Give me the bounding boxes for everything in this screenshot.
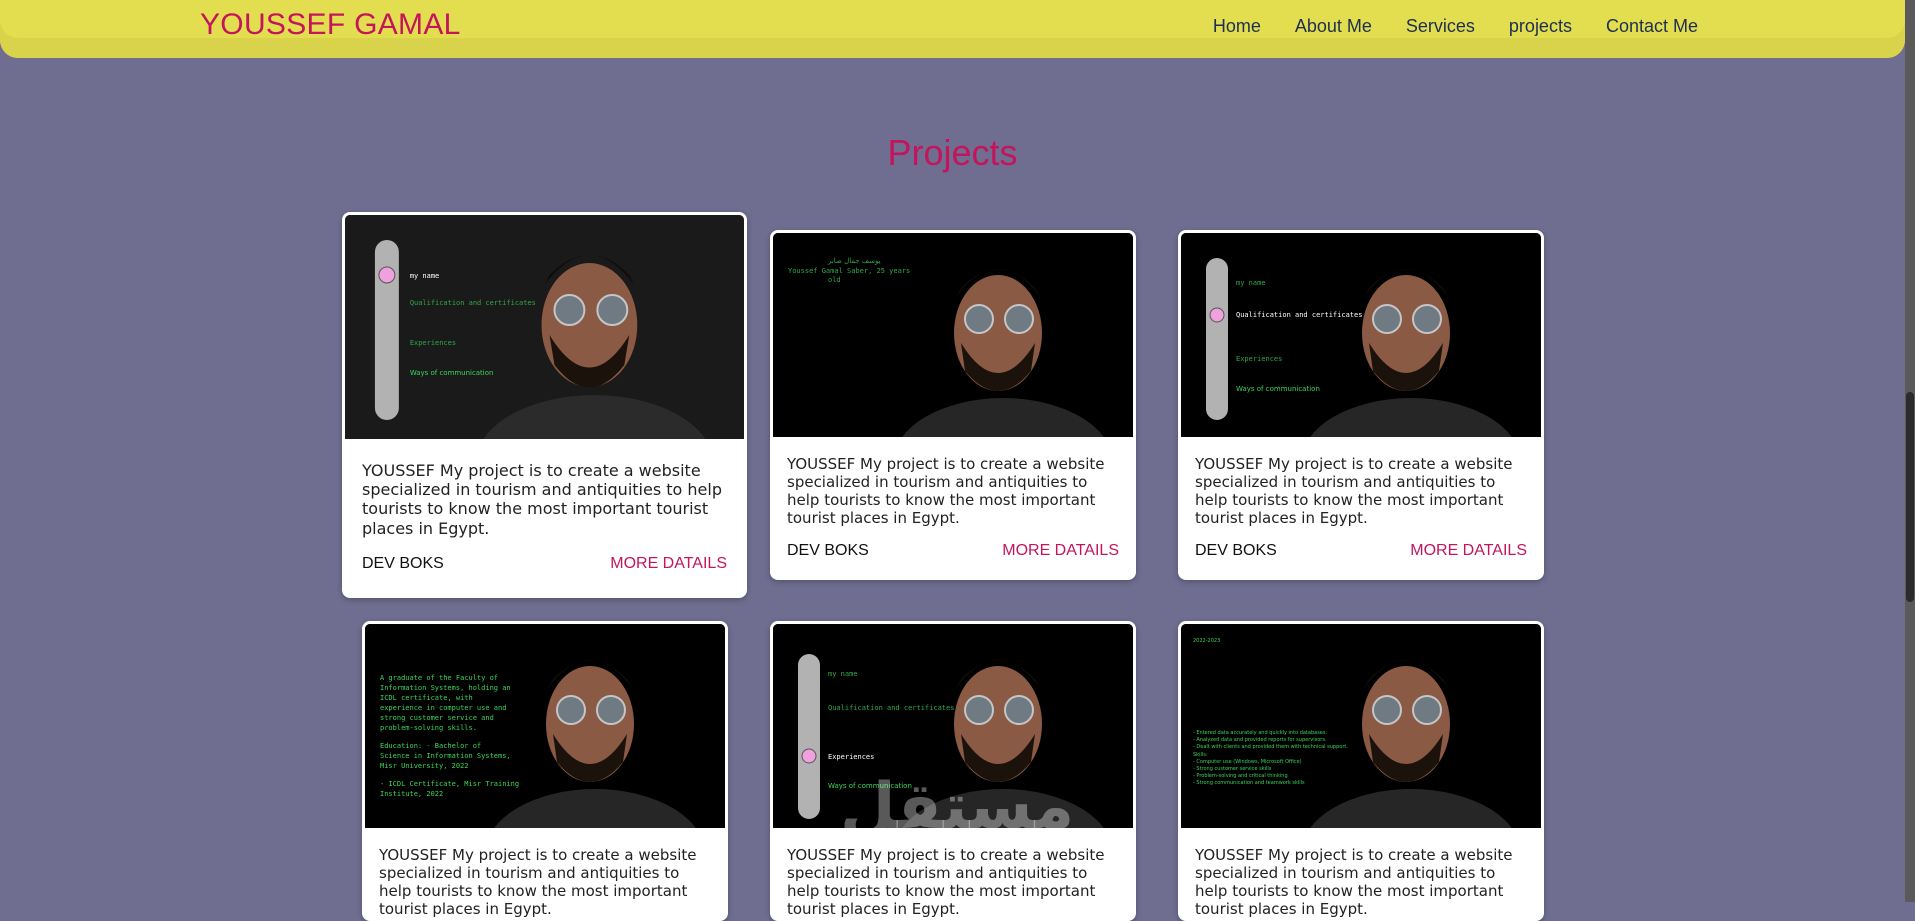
page-title: Projects [887, 132, 1018, 173]
overlay-text: - ICDL Certificate, Misr Training [380, 780, 519, 788]
nav-contact[interactable]: Contact Me [1606, 16, 1698, 37]
author-label: DEV BOKS [787, 542, 869, 559]
nav-services[interactable]: Services [1406, 16, 1475, 37]
project-description: YOUSSEF My project is to create a websit… [1195, 455, 1513, 527]
overlay-text: Skills: [1193, 752, 1208, 758]
overlay-text: my name [1236, 279, 1266, 287]
more-details-link[interactable]: MORE DATAILS [1002, 542, 1119, 560]
watermark-logo: مستقل [840, 770, 1075, 844]
author-label: DEV BOKS [1195, 542, 1277, 559]
nav-home[interactable]: Home [1213, 16, 1261, 37]
overlay-text: 2022-2023 [1193, 638, 1220, 644]
scrollbar-thumb[interactable] [1906, 392, 1914, 602]
overlay-text: Information Systems, holding an [380, 684, 511, 692]
card-footer: DEV BOKS MORE DATAILS [362, 555, 727, 573]
card-footer: DEV BOKS MORE DATAILS [1195, 542, 1527, 560]
overlay-text: Ways of communication [410, 369, 494, 377]
overlay-text: my name [828, 670, 858, 678]
project-description: YOUSSEF My project is to create a websit… [787, 455, 1105, 527]
more-details-link[interactable]: MORE DATAILS [610, 555, 727, 573]
project-image: my name Qualification and certificates E… [345, 215, 744, 439]
overlay-text: Qualification and certificates [828, 704, 954, 712]
overlay-text: - Computer use (Windows, Microsoft Offic… [1193, 759, 1302, 765]
overlay-text: Experiences [1236, 355, 1282, 363]
overlay-text: Experiences [410, 339, 456, 347]
site-logo[interactable]: YOUSSEF GAMAL [200, 8, 461, 42]
overlay-text: Ways of communication [1236, 385, 1320, 393]
project-card[interactable]: my name Qualification and certificates E… [1178, 230, 1544, 580]
overlay-text: experience in computer use and [380, 704, 506, 712]
project-image: my name Qualification and certificates E… [1181, 233, 1541, 437]
nav-projects[interactable]: projects [1509, 16, 1572, 37]
overlay-text: Science in Information Systems, [380, 752, 511, 760]
nav-about[interactable]: About Me [1295, 16, 1372, 37]
overlay-text: Qualification and certificates [410, 299, 536, 307]
project-description: YOUSSEF My project is to create a websit… [1195, 846, 1513, 918]
overlay-text: Experiences [828, 753, 874, 761]
overlay-text: - Strong communication and teamwork skil… [1193, 780, 1305, 786]
project-card[interactable]: يوسف جمال صابر Youssef Gamal Saber, 25 y… [770, 230, 1136, 580]
project-image: A graduate of the Faculty of Information… [365, 624, 725, 828]
overlay-text: Misr University, 2022 [380, 762, 469, 770]
overlay-text: - Problem-solving and critical thinking [1193, 773, 1288, 779]
overlay-text: - Dealt with clients and provided them w… [1193, 744, 1348, 750]
overlay-text: Qualification and certificates [1236, 311, 1362, 319]
more-details-link[interactable]: MORE DATAILS [1410, 542, 1527, 560]
overlay-text: Education: - Bachelor of [380, 742, 481, 750]
overlay-text: - Entered data accurately and quickly in… [1193, 730, 1327, 736]
overlay-text: my name [410, 272, 439, 280]
main-nav: Home About Me Services projects Contact … [1213, 16, 1698, 37]
project-card[interactable]: 2022-2023 - Entered data accurately and … [1178, 621, 1544, 921]
author-label: DEV BOKS [362, 555, 444, 572]
project-card[interactable]: A graduate of the Faculty of Information… [362, 621, 728, 921]
overlay-text: ICDL certificate, with [380, 694, 473, 702]
project-card[interactable]: my name Qualification and certificates E… [342, 212, 747, 598]
overlay-text: A graduate of the Faculty of [380, 674, 498, 682]
project-description: YOUSSEF My project is to create a websit… [787, 846, 1105, 918]
overlay-text: - Strong customer service skills [1193, 766, 1272, 772]
project-image: 2022-2023 - Entered data accurately and … [1181, 624, 1541, 828]
overlay-text: strong customer service and [380, 714, 494, 722]
overlay-text: - Analyzed data and provided reports for… [1193, 737, 1327, 743]
project-description: YOUSSEF My project is to create a websit… [362, 461, 722, 538]
project-image: يوسف جمال صابر Youssef Gamal Saber, 25 y… [773, 233, 1133, 437]
card-footer: DEV BOKS MORE DATAILS [787, 542, 1119, 560]
overlay-text: Institute, 2022 [380, 790, 443, 798]
overlay-text: problem-solving skills. [380, 724, 477, 732]
project-description: YOUSSEF My project is to create a websit… [379, 846, 697, 918]
overlay-text: old [828, 276, 841, 284]
overlay-text: Youssef Gamal Saber, 25 years [788, 267, 910, 275]
top-navbar: YOUSSEF GAMAL Home About Me Services pro… [0, 0, 1905, 58]
page-scrollbar[interactable] [1905, 0, 1915, 902]
overlay-text: يوسف جمال صابر [827, 257, 881, 265]
